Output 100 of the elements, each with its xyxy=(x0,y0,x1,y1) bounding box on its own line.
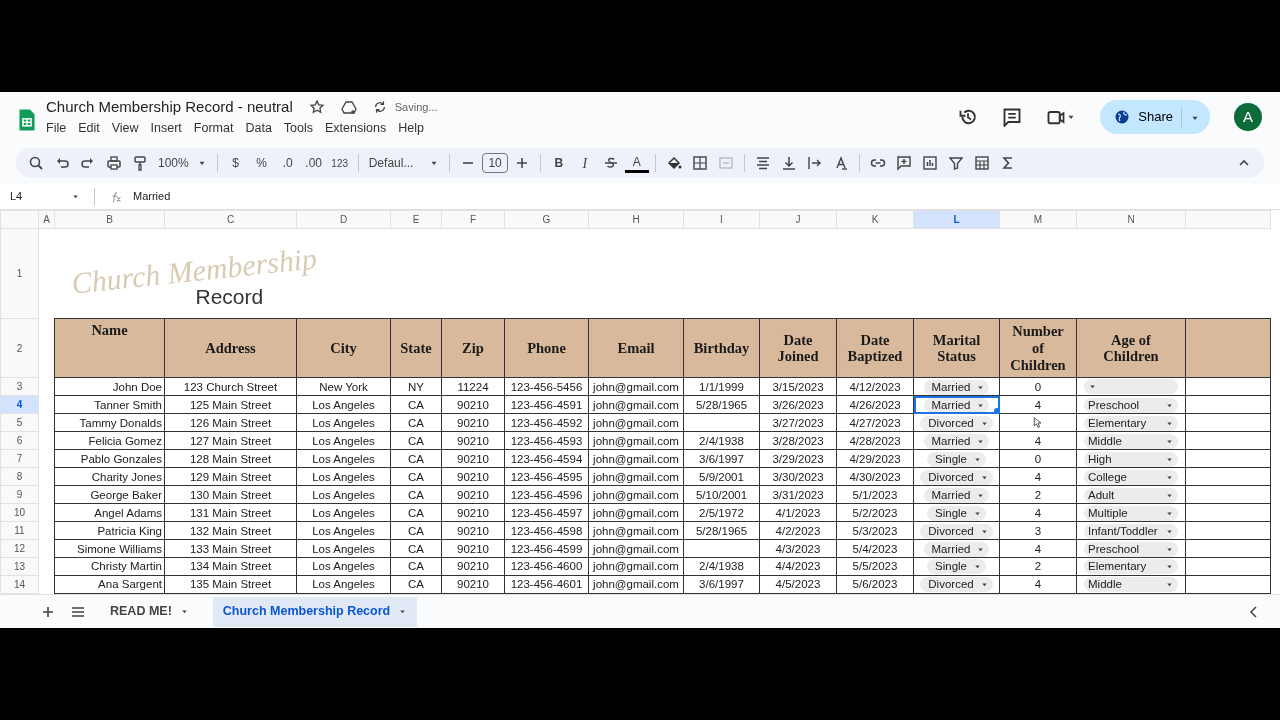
menu-item[interactable]: Extensions xyxy=(319,118,393,138)
sheet-tab[interactable]: READ ME! xyxy=(100,596,199,627)
number-format-button[interactable]: 123 xyxy=(327,151,352,175)
italic-button[interactable]: I xyxy=(572,151,597,175)
column-header[interactable]: D xyxy=(296,210,391,229)
column-header[interactable]: L xyxy=(913,210,1000,229)
font-dropdown[interactable]: Defaul... xyxy=(364,151,444,175)
currency-format-button[interactable]: $ xyxy=(223,151,248,175)
menu-item[interactable]: Data xyxy=(239,118,278,138)
column-header[interactable]: H xyxy=(588,210,684,229)
menu-item[interactable]: Format xyxy=(187,118,240,138)
dropdown-chip[interactable]: Divorced xyxy=(920,415,993,431)
drive-icon[interactable] xyxy=(340,99,357,116)
dropdown-chip[interactable]: Middle xyxy=(1084,433,1178,449)
menu-item[interactable]: Edit xyxy=(72,118,106,138)
bold-button[interactable]: B xyxy=(546,151,571,175)
table-cell: Los Angeles xyxy=(296,449,391,468)
cell-reference-box[interactable]: L4 xyxy=(10,188,80,205)
paint-format-icon[interactable] xyxy=(132,155,148,171)
dropdown-chip[interactable]: Elementary xyxy=(1084,559,1178,575)
dropdown-chip[interactable]: Middle xyxy=(1084,577,1178,593)
formula-field[interactable]: Married xyxy=(133,188,1270,205)
dropdown-chip[interactable]: Divorced xyxy=(920,469,993,485)
table-cell: 4/27/2023 xyxy=(836,413,914,432)
dropdown-chip[interactable]: Multiple xyxy=(1084,505,1178,521)
column-header[interactable]: C xyxy=(164,210,297,229)
comment-icon[interactable] xyxy=(1002,107,1023,127)
dropdown-chip[interactable]: Married xyxy=(923,433,990,449)
row-number[interactable]: 2 xyxy=(0,318,39,378)
redo-icon[interactable] xyxy=(80,155,96,171)
table-cell: CA xyxy=(390,521,442,540)
menu-item[interactable]: Insert xyxy=(144,118,188,138)
filter-icon[interactable] xyxy=(947,155,964,171)
borders-icon[interactable] xyxy=(691,155,708,171)
dropdown-chip[interactable]: Single xyxy=(927,505,986,521)
star-icon[interactable] xyxy=(308,99,325,116)
add-comment-icon[interactable] xyxy=(895,155,912,171)
dropdown-chip[interactable]: Preschool xyxy=(1084,541,1178,557)
dropdown-chip[interactable]: Married xyxy=(923,397,990,413)
column-header[interactable]: G xyxy=(504,210,589,229)
menu-item[interactable]: Tools xyxy=(277,118,320,138)
chart-icon[interactable] xyxy=(921,155,938,171)
column-header[interactable]: M xyxy=(999,210,1077,229)
column-header[interactable]: B xyxy=(54,210,165,229)
table-cell: 3/26/2023 xyxy=(759,395,837,414)
menu-item[interactable]: File xyxy=(40,118,73,138)
dropdown-chip[interactable]: Divorced xyxy=(920,523,993,539)
column-header[interactable]: K xyxy=(836,210,914,229)
strikethrough-icon[interactable] xyxy=(602,155,619,171)
column-header[interactable]: I xyxy=(683,210,760,229)
dropdown-chip[interactable]: High xyxy=(1084,451,1178,467)
menu-item[interactable]: View xyxy=(105,118,145,138)
dropdown-chip[interactable]: Elementary xyxy=(1084,415,1178,431)
column-header[interactable]: N xyxy=(1076,210,1186,229)
account-avatar[interactable]: A xyxy=(1234,103,1262,131)
dropdown-chip[interactable]: College xyxy=(1084,469,1178,485)
selected-cell[interactable]: Married xyxy=(913,395,1000,414)
align-icon[interactable] xyxy=(754,155,771,171)
merge-cells-icon[interactable] xyxy=(717,155,734,171)
font-size-field[interactable]: 10 xyxy=(482,153,508,173)
dropdown-chip[interactable]: Adult xyxy=(1084,487,1178,503)
row-number[interactable]: 1 xyxy=(0,228,39,319)
table-cell: 5/6/2023 xyxy=(836,575,914,594)
column-header[interactable]: J xyxy=(759,210,837,229)
dropdown-chip[interactable]: Single xyxy=(927,559,986,575)
percent-format-button[interactable]: % xyxy=(249,151,274,175)
dropdown-chip[interactable]: Married xyxy=(923,379,990,395)
table-cell: Felicia Gomez xyxy=(54,431,165,450)
print-icon[interactable] xyxy=(106,155,122,171)
vertical-align-icon[interactable] xyxy=(780,155,797,171)
zoom-dropdown[interactable]: 100% xyxy=(154,151,211,175)
fill-color-icon[interactable] xyxy=(665,155,682,171)
decrease-decimals-button[interactable]: .0 xyxy=(275,151,300,175)
document-title[interactable]: Church Membership Record - neutral xyxy=(46,96,293,119)
table-cell: john@gmail.com xyxy=(588,485,684,504)
table-cell: 90210 xyxy=(441,431,505,450)
share-button[interactable]: Share xyxy=(1100,100,1210,134)
sheet-tab[interactable]: Church Membership Record xyxy=(212,596,418,627)
table-cell: john@gmail.com xyxy=(588,395,684,414)
dropdown-chip[interactable]: Married xyxy=(923,541,990,557)
dropdown-chip[interactable]: Divorced xyxy=(920,577,993,593)
increase-decimals-button[interactable]: .00 xyxy=(301,151,326,175)
text-color-button[interactable]: A xyxy=(624,153,649,173)
table-cell: Los Angeles xyxy=(296,467,391,486)
dropdown-chip[interactable]: Married xyxy=(923,487,990,503)
column-header[interactable]: E xyxy=(390,210,442,229)
menu-item[interactable]: Help xyxy=(392,118,430,138)
dropdown-chip[interactable]: Preschool xyxy=(1084,397,1178,413)
table-cell: Los Angeles xyxy=(296,575,391,594)
dropdown-chip[interactable]: Infant/Toddler xyxy=(1084,523,1178,539)
search-icon[interactable] xyxy=(28,155,44,171)
history-icon[interactable] xyxy=(958,107,979,127)
table-cell: 123-456-4599 xyxy=(504,539,589,558)
column-header[interactable]: F xyxy=(441,210,505,229)
text-wrap-icon[interactable] xyxy=(806,155,823,171)
dropdown-chip[interactable]: Single xyxy=(927,451,986,467)
table-cell: 128 Main Street xyxy=(164,449,297,468)
table-cell: Los Angeles xyxy=(296,539,391,558)
table-icon[interactable] xyxy=(973,155,990,171)
table-cell: CA xyxy=(390,503,442,522)
